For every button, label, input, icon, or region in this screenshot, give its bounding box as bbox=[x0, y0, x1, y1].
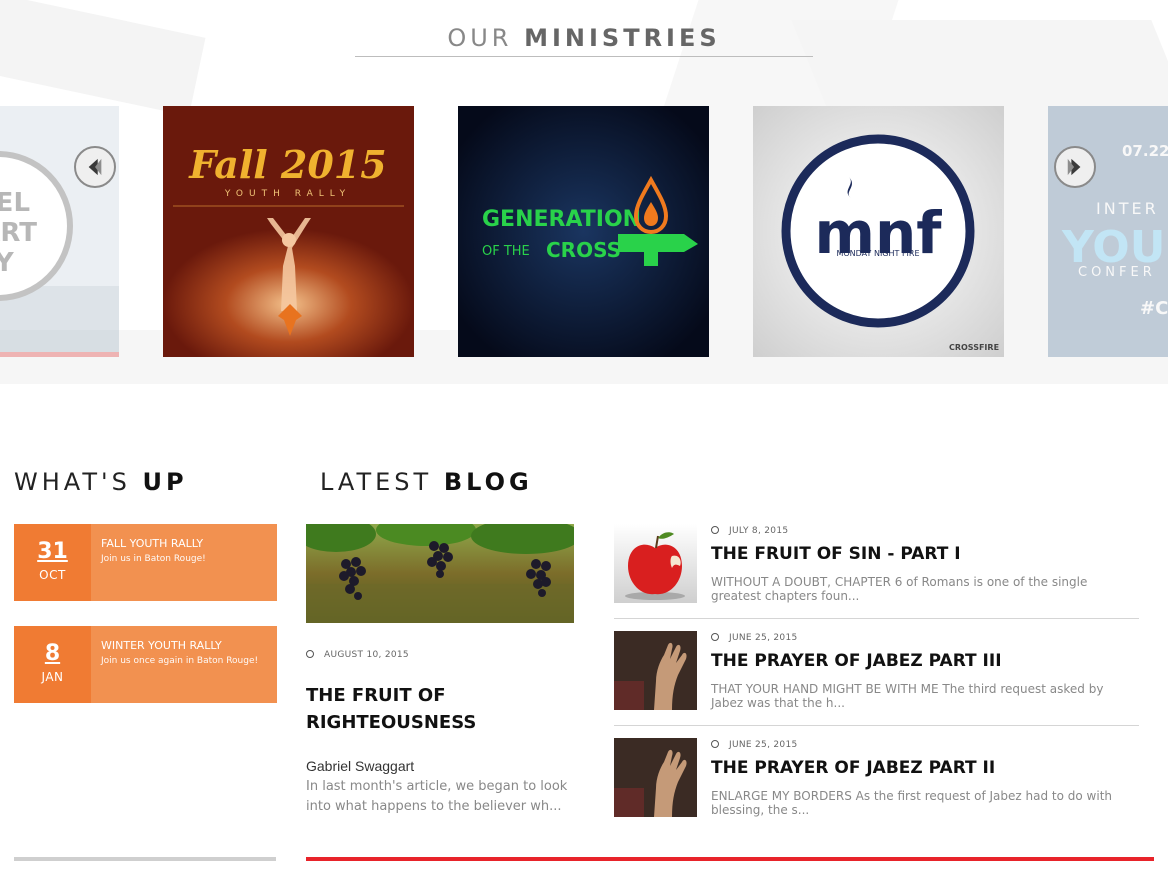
crossfire-badge: CROSSFIRE bbox=[949, 343, 999, 352]
chevron-left-icon bbox=[88, 158, 102, 176]
svg-text:LY: LY bbox=[0, 248, 15, 278]
event-title: FALL YOUTH RALLY bbox=[101, 537, 204, 550]
post-thumbnail[interactable] bbox=[614, 631, 697, 710]
blog-post-item: JULY 8, 2015 THE FRUIT OF SIN - PART I W… bbox=[614, 524, 1139, 620]
latest-blog-title-bold: BLOG bbox=[443, 468, 533, 496]
ministry-tile-generation-of-the-cross[interactable]: GENERATION OF THE CROSS bbox=[458, 106, 709, 357]
ministry-tile-monday-night-fire[interactable]: mnf MONDAY NIGHT FIRE CROSSFIRE bbox=[753, 106, 1004, 357]
post-separator bbox=[614, 725, 1139, 726]
post-title[interactable]: THE PRAYER OF JABEZ PART II bbox=[711, 758, 995, 778]
post-title[interactable]: THE PRAYER OF JABEZ PART III bbox=[711, 651, 1002, 671]
post-meta: JUNE 25, 2015 bbox=[711, 740, 798, 750]
event-title: WINTER YOUTH RALLY bbox=[101, 639, 222, 652]
clock-icon bbox=[711, 740, 719, 748]
event-date-box: 31 OCT bbox=[14, 524, 91, 601]
post-separator bbox=[614, 618, 1139, 619]
featured-post-date: AUGUST 10, 2015 bbox=[324, 650, 409, 660]
conference-tag: #C bbox=[1140, 298, 1168, 319]
whats-up-bottom-bar bbox=[14, 857, 276, 861]
post-excerpt: THAT YOUR HAND MIGHT BE WITH ME The thir… bbox=[711, 682, 1104, 710]
whats-up-title: WHAT'S UP bbox=[14, 468, 188, 496]
event-card[interactable]: 8 JAN WINTER YOUTH RALLY Join us once ag… bbox=[14, 626, 277, 703]
event-subtitle: Join us once again in Baton Rouge! bbox=[101, 656, 259, 666]
ministries-title-rule bbox=[355, 56, 813, 57]
mnf-caption: MONDAY NIGHT FIRE bbox=[836, 249, 919, 258]
chevron-right-icon bbox=[1067, 158, 1081, 176]
whats-up-title-bold: UP bbox=[142, 468, 188, 496]
ministries-section: OUR MINISTRIES RIEL GART LY bbox=[0, 0, 1168, 384]
featured-post-author: Gabriel Swaggart bbox=[306, 758, 415, 774]
featured-post-meta: AUGUST 10, 2015 bbox=[306, 650, 409, 660]
post-date: JULY 8, 2015 bbox=[729, 526, 789, 536]
post-meta: JUNE 25, 2015 bbox=[711, 633, 798, 643]
fall-2015-headline: Fall 2015 bbox=[188, 142, 386, 187]
event-subtitle: Join us in Baton Rouge! bbox=[101, 554, 206, 564]
svg-text:RIEL: RIEL bbox=[0, 188, 30, 218]
latest-blog-title: LATEST BLOG bbox=[320, 468, 533, 496]
ministries-title-bold: MINISTRIES bbox=[524, 24, 721, 52]
latest-blog-bottom-bar bbox=[306, 857, 1154, 861]
ministry-tile-youth-conference[interactable]: 07.22 INTER YOU CONFER #C bbox=[1048, 106, 1168, 357]
post-meta: JULY 8, 2015 bbox=[711, 526, 788, 536]
clock-icon bbox=[711, 526, 719, 534]
event-date-box: 8 JAN bbox=[14, 626, 91, 703]
svg-text:GART: GART bbox=[0, 218, 37, 248]
event-month: OCT bbox=[39, 568, 66, 582]
blog-post-item: JUNE 25, 2015 THE PRAYER OF JABEZ PART I… bbox=[614, 631, 1139, 727]
goc-line3: CROSS bbox=[546, 238, 621, 262]
event-day: 31 bbox=[37, 539, 68, 564]
conference-date: 07.22 bbox=[1122, 142, 1168, 160]
latest-blog-title-thin: LATEST bbox=[320, 468, 433, 496]
conference-line3: CONFER bbox=[1078, 265, 1156, 280]
event-card[interactable]: 31 OCT FALL YOUTH RALLY Join us in Baton… bbox=[14, 524, 277, 601]
conference-line1: INTER bbox=[1096, 199, 1159, 218]
ministry-tile-youth-rally[interactable]: RIEL GART LY bbox=[0, 106, 119, 357]
featured-post-title[interactable]: THE FRUIT OF RIGHTEOUSNESS bbox=[306, 682, 566, 736]
clock-icon bbox=[711, 633, 719, 641]
goc-line2: OF THE bbox=[482, 244, 530, 259]
post-date: JUNE 25, 2015 bbox=[729, 633, 798, 643]
post-title[interactable]: THE FRUIT OF SIN - PART I bbox=[711, 544, 961, 564]
post-thumbnail[interactable] bbox=[614, 524, 697, 603]
event-month: JAN bbox=[41, 670, 64, 684]
post-excerpt: WITHOUT A DOUBT, CHAPTER 6 of Romans is … bbox=[711, 575, 1088, 603]
post-excerpt: ENLARGE MY BORDERS As the first request … bbox=[711, 789, 1113, 817]
fall-2015-sub: YOUTH RALLY bbox=[224, 189, 351, 199]
goc-line1: GENERATION bbox=[482, 207, 641, 232]
event-day: 8 bbox=[44, 641, 61, 666]
background-shape bbox=[0, 0, 206, 117]
whats-up-title-thin: WHAT'S bbox=[14, 468, 131, 496]
carousel-next-button[interactable] bbox=[1054, 146, 1096, 188]
ministry-tile-fall-2015[interactable]: Fall 2015 YOUTH RALLY bbox=[163, 106, 414, 357]
ministries-title-thin: OUR bbox=[447, 24, 513, 52]
clock-icon bbox=[306, 650, 314, 658]
carousel-prev-button[interactable] bbox=[74, 146, 116, 188]
blog-post-item: JUNE 25, 2015 THE PRAYER OF JABEZ PART I… bbox=[614, 738, 1139, 834]
post-thumbnail[interactable] bbox=[614, 738, 697, 817]
post-date: JUNE 25, 2015 bbox=[729, 740, 798, 750]
ministries-title: OUR MINISTRIES bbox=[0, 24, 1168, 52]
featured-post-image[interactable] bbox=[306, 524, 574, 623]
featured-post-excerpt: In last month's article, we began to loo… bbox=[306, 779, 568, 814]
